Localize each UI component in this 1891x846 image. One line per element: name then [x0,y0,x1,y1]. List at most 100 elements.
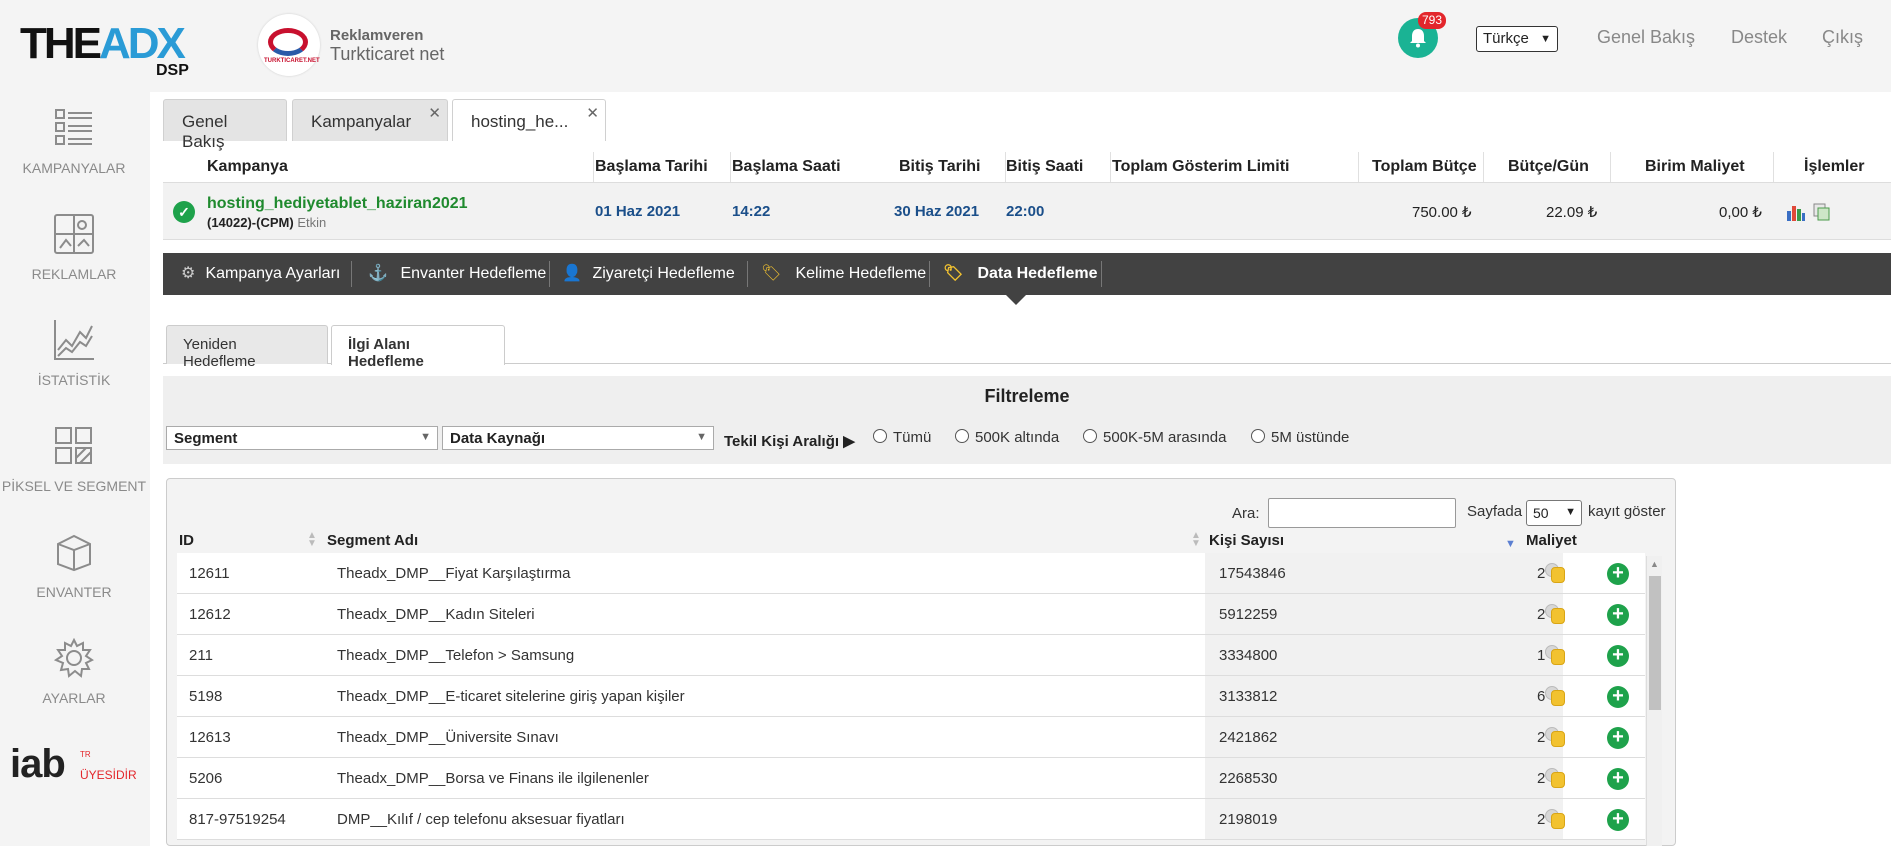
gear-icon: ⚙ [181,265,196,282]
nav-campaign-settings[interactable]: ⚙ Kampanya Ayarları [181,253,340,295]
sidebar-item-pixel-segment[interactable]: PİKSEL VE SEGMENT [0,426,148,494]
sidebar-item-inventory[interactable]: ENVANTER [0,532,148,600]
tag-icon: 🏷 [761,265,782,282]
copy-icon[interactable] [1813,203,1831,226]
nav-label: Envanter Hedefleme [400,265,547,282]
tab-retargeting[interactable]: Yeniden Hedefleme [166,325,328,370]
advertiser-role: Reklamveren [330,27,424,44]
filter-title: Filtreleme [984,386,1070,406]
segment-id: 817-97519254 [189,811,286,828]
segment-name: Theadx_DMP__E-ticaret sitelerine giriş y… [337,688,685,705]
scroll-up-icon[interactable]: ▲ [1650,559,1659,569]
table-row: 12611 Theadx_DMP__Fiyat Karşılaştırma 1754… [177,553,1645,594]
campaign-meta: (14022)-(CPM) Etkin [207,215,327,230]
tab-overview[interactable]: Genel Bakış [163,99,287,151]
advertiser-logo-ring [268,28,308,56]
pixel-icon [54,426,94,466]
overview-link[interactable]: Genel Bakış [1597,27,1695,48]
logout-link[interactable]: Çıkış [1822,27,1863,48]
nav-visitor-targeting[interactable]: 👤 Ziyaretçi Hedefleme [562,253,735,295]
segment-name: Theadx_DMP__Üniversite Sınavı [337,729,559,746]
col-cost[interactable]: Maliyet [1526,532,1577,549]
nav-label: Kelime Hedefleme [795,265,927,282]
close-icon[interactable]: ✕ [586,104,599,122]
sidebar-item-ads[interactable]: REKLAMLAR [0,214,148,282]
bar-chart-icon[interactable] [1786,203,1806,226]
search-input[interactable] [1268,498,1456,528]
logo-text: THEADX [20,19,186,68]
radio-circle [1251,429,1265,443]
sort-icon[interactable]: ▲ ▼ [1191,531,1201,549]
table-scrollbar[interactable]: ▲ [1646,556,1662,846]
add-segment-button[interactable]: + [1607,727,1629,749]
segment-name: Theadx_DMP__Kadın Siteleri [337,606,535,623]
col-campaign: Kampanya [207,158,288,175]
advertiser-logo-text: TURKTICARET.NET [264,58,320,64]
targeting-nav: ⚙ Kampanya Ayarları ⚓ Envanter Hedefleme… [163,253,1891,295]
tab-label: hosting_he... [471,112,569,131]
logo-sub: DSP [156,62,189,79]
radio-under-500k[interactable]: 500K altında [955,429,1059,446]
data-source-dropdown[interactable]: Data Kaynağı ▼ [442,426,714,450]
scroll-thumb[interactable] [1649,576,1661,710]
col-id[interactable]: ID [179,532,194,549]
radio-all[interactable]: Tümü [873,429,931,446]
add-segment-button[interactable]: + [1607,809,1629,831]
sidebar-item-settings[interactable]: AYARLAR [0,637,148,706]
box-icon [54,532,94,572]
chevron-down-icon: ▼ [420,431,431,443]
segment-id: 12613 [189,729,231,746]
theadx-logo[interactable]: THEADX DSP [20,19,200,80]
sidebar-item-label: İSTATİSTİK [37,372,111,388]
add-segment-button[interactable]: + [1607,563,1629,585]
anchor-icon: ⚓ [368,265,388,282]
nav-inventory-targeting[interactable]: ⚓ Envanter Hedefleme [368,253,546,295]
col-segment-name[interactable]: Segment Adı [327,532,418,549]
nav-keyword-targeting[interactable]: 🏷 Kelime Hedefleme [761,253,926,295]
segment-dropdown[interactable]: Segment ▼ [166,426,438,450]
chevron-down-icon: ▼ [696,431,707,443]
sort-icon[interactable]: ▲ ▼ [307,531,317,549]
sort-desc-icon[interactable]: ▼ [1505,538,1516,550]
tab-current-campaign[interactable]: hosting_he... ✕ [452,99,606,141]
divider [1101,261,1102,287]
language-select[interactable]: Türkçe ▼ [1476,26,1558,52]
table-row: 211 Theadx_DMP__Telefon > Samsung 3334800 1… [177,635,1645,676]
coins-icon [1543,768,1565,788]
support-link[interactable]: Destek [1731,27,1787,48]
table-row: 12613 Theadx_DMP__Üniversite Sınavı 242186… [177,717,1645,758]
start-time: 14:22 [732,203,771,220]
add-segment-button[interactable]: + [1607,686,1629,708]
radio-500k-5m[interactable]: 500K-5M arasında [1083,429,1226,446]
ads-icon [54,214,94,254]
header: THEADX DSP TURKTICARET.NET Reklamveren T… [0,0,1891,92]
divider [747,261,748,287]
page-size-select[interactable]: 50 ▼ [1526,500,1582,526]
chevron-down-icon: ▼ [1540,33,1551,45]
col-person-count[interactable]: Kişi Sayısı [1209,532,1284,549]
add-segment-button[interactable]: + [1607,604,1629,626]
tab-campaigns[interactable]: Kampanyalar ✕ [292,99,448,141]
tab-interest-targeting[interactable]: İlgi Alanı Hedefleme [331,325,505,370]
close-icon[interactable]: ✕ [428,104,441,122]
nav-label: Kampanya Ayarları [205,265,341,282]
coins-icon [1543,809,1565,829]
tab-label: Kampanyalar [311,112,412,131]
radio-over-5m[interactable]: 5M üstünde [1251,429,1349,446]
nav-data-targeting[interactable]: 🏷 Data Hedefleme [943,253,1098,295]
add-segment-button[interactable]: + [1607,768,1629,790]
sidebar-item-campaigns[interactable]: KAMPANYALAR [0,108,148,176]
segment-name: Theadx_DMP__Telefon > Samsung [337,647,575,664]
sidebar-item-label: KAMPANYALAR [22,160,126,176]
bell-icon [1410,29,1426,48]
sidebar-item-statistics[interactable]: İSTATİSTİK [0,320,148,388]
divider [929,261,930,287]
tag-icon: 🏷 [943,265,964,282]
col-impression-limit: Toplam Gösterim Limiti [1112,158,1290,175]
unit-cost: 0,00 ₺ [1719,204,1762,221]
col-start-date: Başlama Tarihi [595,158,708,175]
col-end-date: Bitiş Tarihi [899,158,981,175]
campaign-name[interactable]: hosting_hediyetablet_haziran2021 [207,195,468,213]
add-segment-button[interactable]: + [1607,645,1629,667]
campaign-row[interactable]: ✓ hosting_hediyetablet_haziran2021 (1402… [163,182,1891,240]
